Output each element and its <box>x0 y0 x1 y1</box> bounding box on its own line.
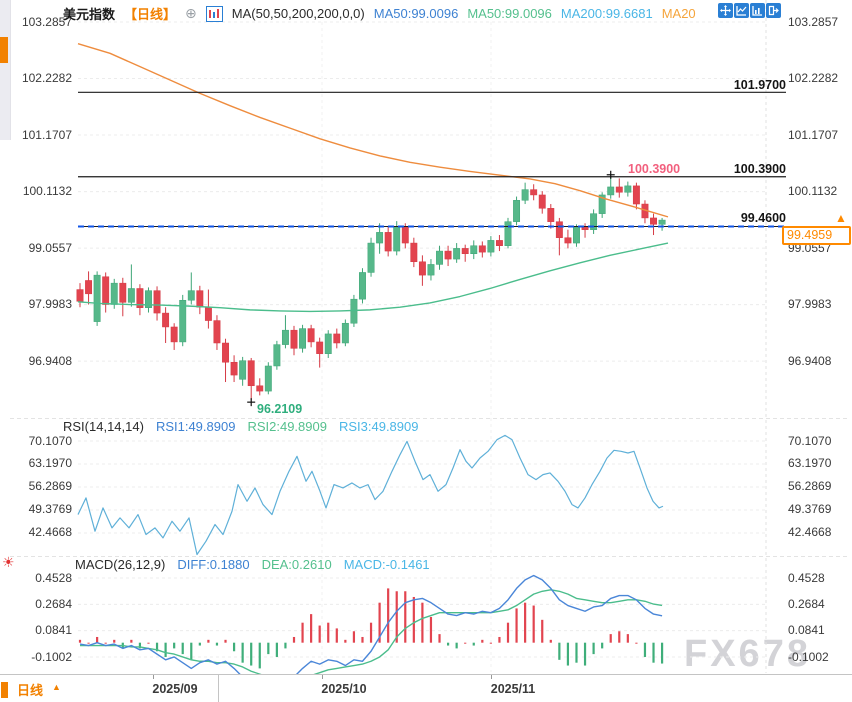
axis-tick-label: 100.1132 <box>0 185 72 198</box>
symbol-title: 美元指数 <box>63 4 115 23</box>
axis-tick-label: 0.4528 <box>0 572 72 585</box>
axis-tick-label: 97.9983 <box>788 298 831 311</box>
axis-tick-label: -0.1002 <box>788 651 829 664</box>
macd-header: MACD(26,12,9) DIFF:0.1880 DEA:0.2610 MAC… <box>75 557 430 572</box>
axis-tick-label: 102.2282 <box>0 72 72 85</box>
price-chart-canvas[interactable] <box>0 0 852 702</box>
axis-tick-label: 49.3769 <box>788 503 831 516</box>
swing-low-label: 96.2109 <box>257 402 302 416</box>
candlestick-mini-icon[interactable] <box>206 6 223 22</box>
line-chart-icon[interactable] <box>734 3 749 18</box>
diff-value: DIFF:0.1880 <box>177 557 249 572</box>
axis-tick-label: 70.1070 <box>788 435 831 448</box>
period-tab-arrow-icon: ▲ <box>52 682 61 692</box>
axis-tick-label: 102.2282 <box>788 72 838 85</box>
axis-tick-label: 56.2869 <box>0 480 72 493</box>
pan-crosshair-icon[interactable] <box>718 3 733 18</box>
axis-tick-label: 56.2869 <box>788 480 831 493</box>
axis-tick-label: 0.0841 <box>788 624 825 637</box>
axis-tick-label: 103.2857 <box>788 16 838 29</box>
left-rail-orange-thumb[interactable] <box>0 37 8 63</box>
date-label-sep: 2025/09 <box>152 682 197 696</box>
axis-tick-label: 101.1707 <box>0 129 72 142</box>
price-up-arrow-icon: ▲ <box>835 211 847 225</box>
axis-tick-label: 0.0841 <box>0 624 72 637</box>
ma20-legend: MA20 <box>662 6 696 21</box>
rsi3-value: RSI3:49.8909 <box>339 419 419 434</box>
axis-tick-label: 0.2684 <box>788 598 825 611</box>
date-label-oct: 2025/10 <box>321 682 366 696</box>
rsi-settings-label[interactable]: RSI(14,14,14) <box>63 419 144 434</box>
chart-toolbar <box>718 3 781 18</box>
time-axis-bar: 日线 ▲ 2025/09 2025/10 2025/11 <box>0 674 852 702</box>
macd-indicator-icon[interactable]: ☀ <box>2 554 15 570</box>
macd-settings-label[interactable]: MACD(26,12,9) <box>75 557 165 572</box>
ma200-legend: MA200:99.6681 <box>561 6 653 21</box>
axis-tick-label: 96.9408 <box>788 355 831 368</box>
month-tick <box>322 675 323 679</box>
rsi-header: RSI(14,14,14) RSI1:49.8909 RSI2:49.8909 … <box>63 419 418 434</box>
axis-tick-label: 49.3769 <box>0 503 72 516</box>
axis-tick-label: 103.2857 <box>0 16 72 29</box>
axis-tick-label: 101.1707 <box>788 129 838 142</box>
date-label-nov: 2025/11 <box>491 682 536 696</box>
axis-tick-label: -0.1002 <box>0 651 72 664</box>
period-tab-label[interactable]: 日线 <box>17 680 43 699</box>
exit-fullscreen-icon[interactable] <box>766 3 781 18</box>
chart-window: FX678 ☀ 美元指数 【日线】 ⊕ MA(50,50,200,200,0,0… <box>0 0 852 702</box>
month-tick <box>153 675 154 679</box>
upper-level-label: 101.9700 <box>734 78 786 92</box>
axis-tick-label: 99.0557 <box>0 242 72 255</box>
ma50-legend-1: MA50:99.0096 <box>374 6 459 21</box>
resistance-tag-pink: 100.3900 <box>628 162 680 176</box>
dea-value: DEA:0.2610 <box>262 557 332 572</box>
axis-tick-label: 42.4668 <box>788 526 831 539</box>
axis-tick-label: 63.1970 <box>788 457 831 470</box>
axis-tick-label: 70.1070 <box>0 435 72 448</box>
axis-tick-label: 100.1132 <box>788 185 837 198</box>
chart-header: 美元指数 【日线】 ⊕ MA(50,50,200,200,0,0) MA50:9… <box>63 4 696 23</box>
axis-tick-label: 0.4528 <box>788 572 825 585</box>
left-rail-bottom-orange <box>1 682 8 698</box>
axis-tick-label: 97.9983 <box>0 298 72 311</box>
axis-tick-label: 96.9408 <box>0 355 72 368</box>
axis-tick-label: 42.4668 <box>0 526 72 539</box>
month-tick <box>491 675 492 679</box>
axis-tick-label: 63.1970 <box>0 457 72 470</box>
rsi1-value: RSI1:49.8909 <box>156 419 236 434</box>
add-compare-icon[interactable]: ⊕ <box>185 5 197 22</box>
rsi2-value: RSI2:49.8909 <box>247 419 327 434</box>
current-level-label: 99.4600 <box>741 211 786 225</box>
axis-tick-label: 0.2684 <box>0 598 72 611</box>
period-tag[interactable]: 【日线】 <box>124 4 176 23</box>
bar-chart-icon[interactable] <box>750 3 765 18</box>
last-price-box: 99.4959 <box>782 226 851 245</box>
ma-settings-label[interactable]: MA(50,50,200,200,0,0) <box>232 6 365 21</box>
resistance-level-label: 100.3900 <box>734 162 786 176</box>
macd-value: MACD:-0.1461 <box>344 557 430 572</box>
ma50-legend-2: MA50:99.0096 <box>467 6 552 21</box>
